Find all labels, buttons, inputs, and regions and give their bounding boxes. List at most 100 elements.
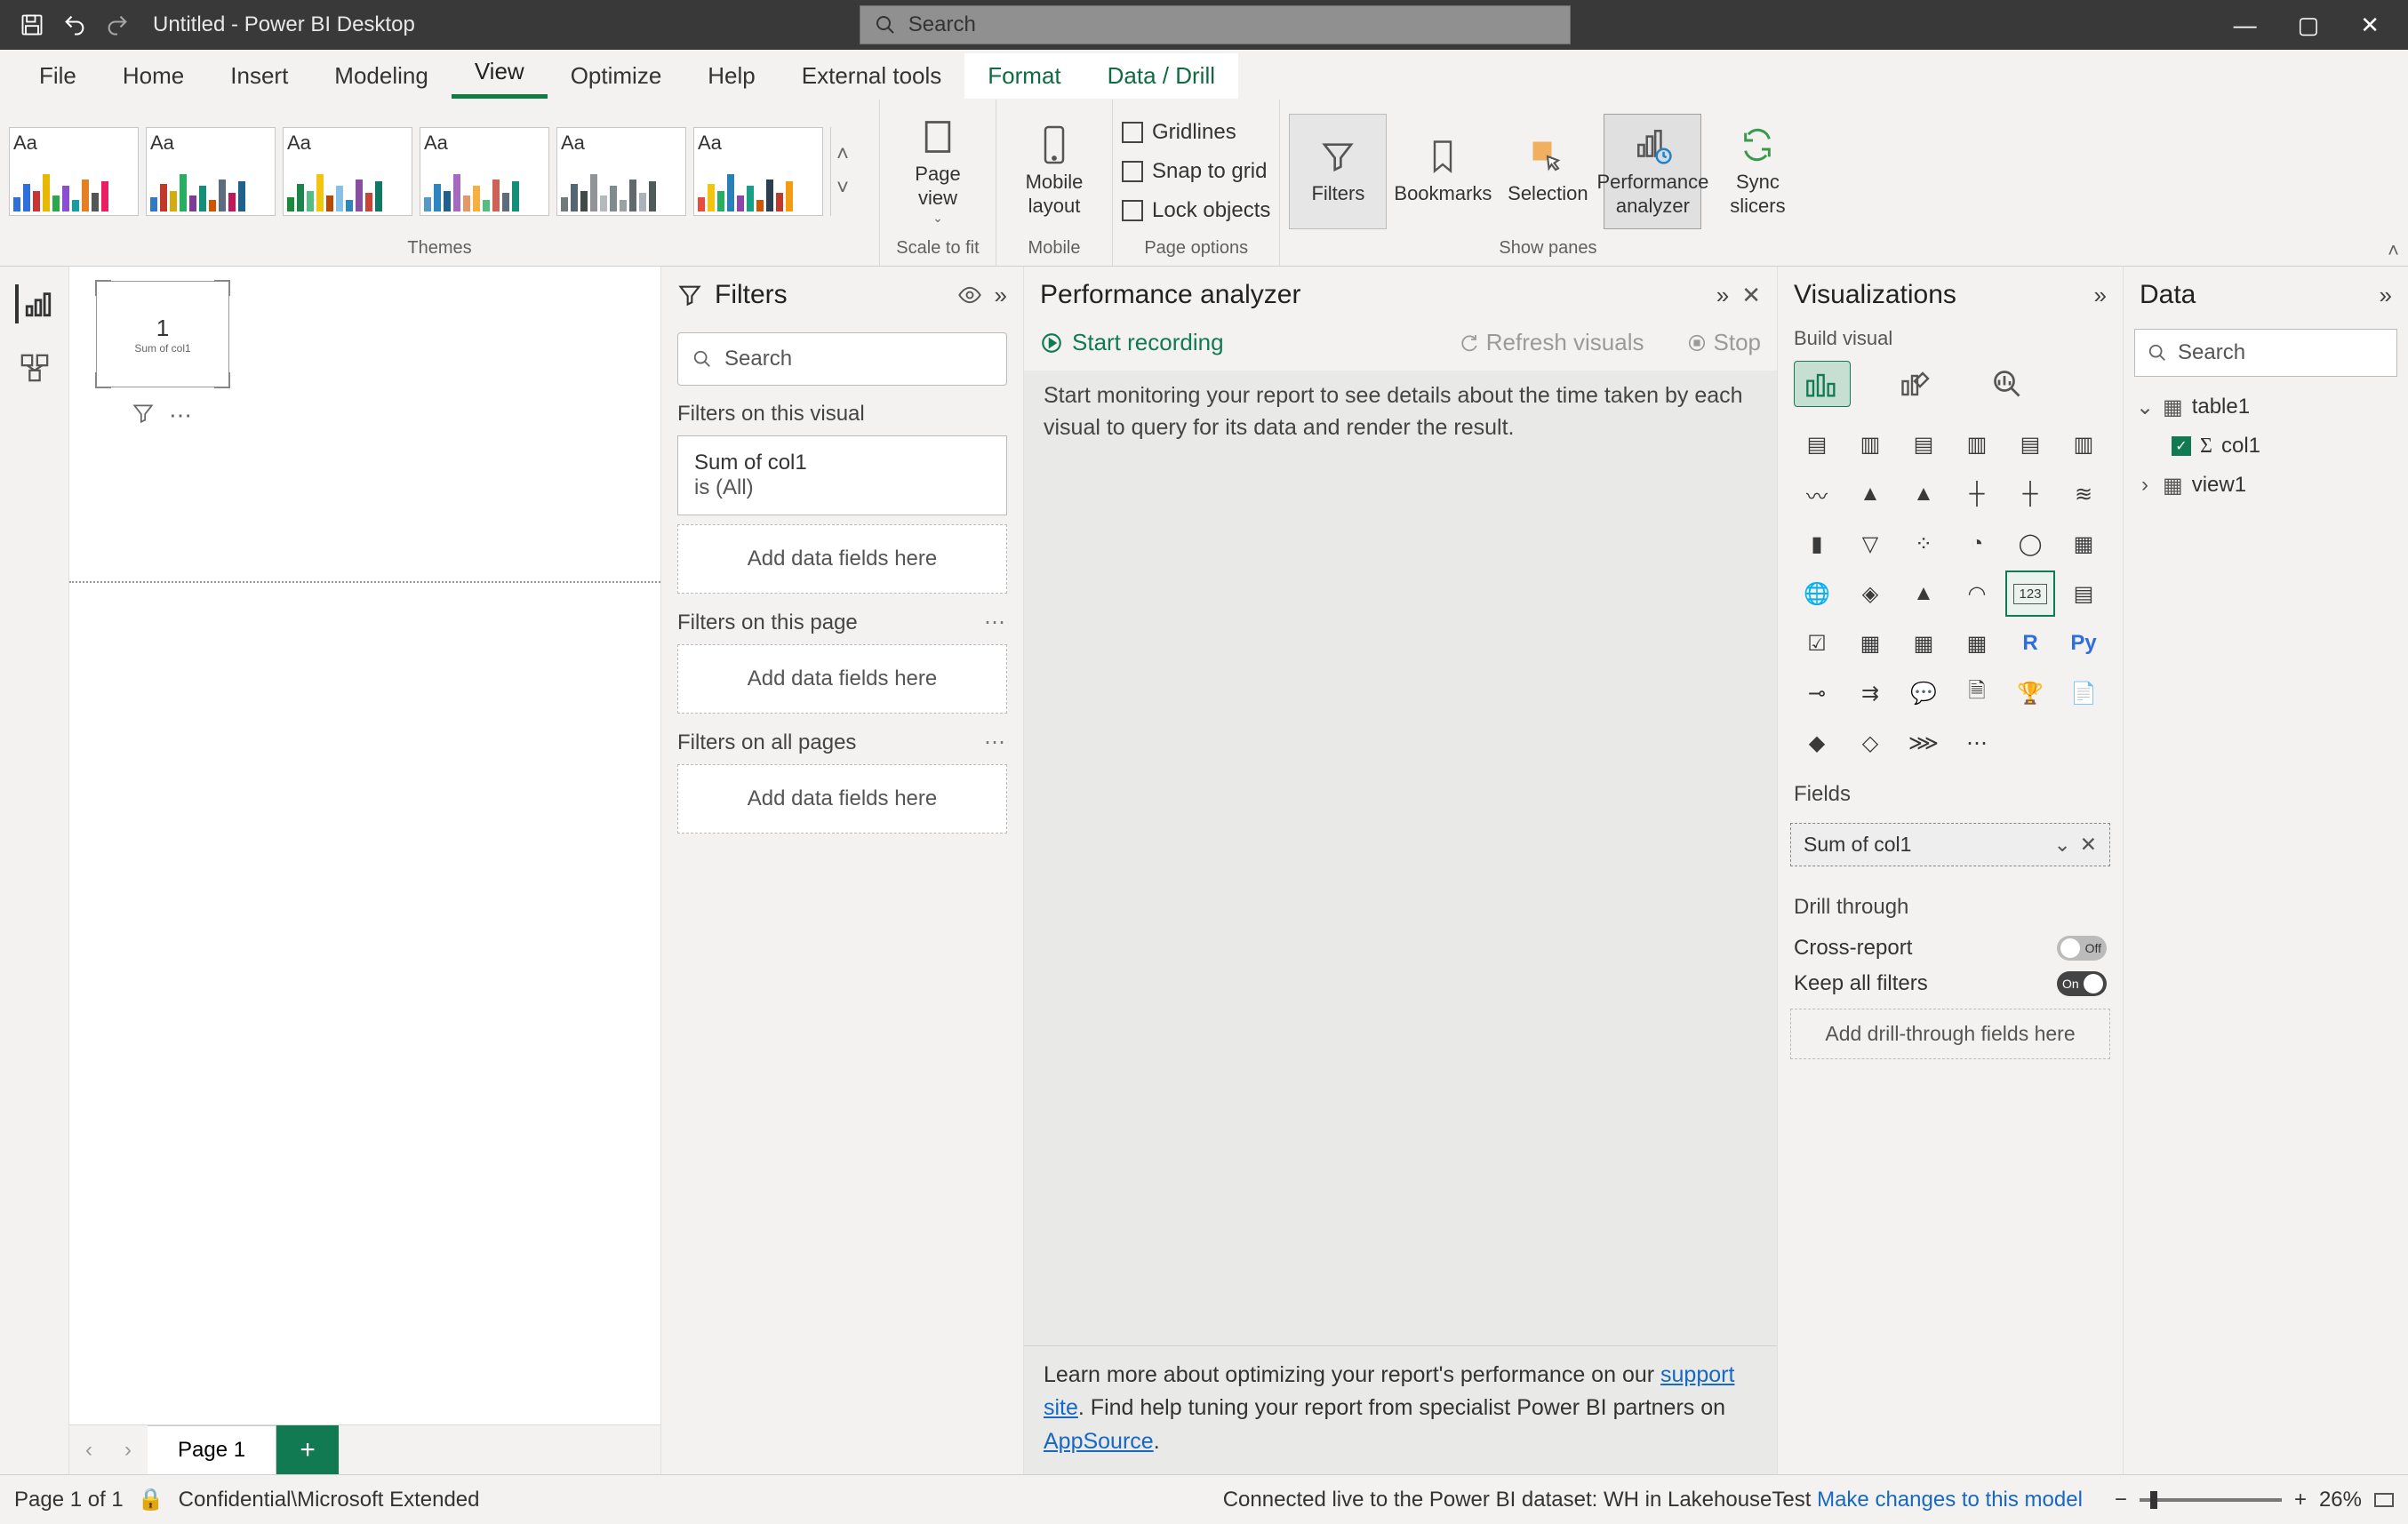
- undo-icon[interactable]: [53, 7, 96, 43]
- viz-narrative-icon[interactable]: 🗎: [1954, 672, 2000, 714]
- redo-icon[interactable]: [96, 7, 139, 43]
- more-icon[interactable]: ⋯: [984, 610, 1007, 635]
- viz-map-icon[interactable]: 🌐: [1794, 572, 1840, 615]
- theme-swatch-5[interactable]: Aa: [556, 127, 686, 216]
- viz-ribbon-icon[interactable]: ≋: [2060, 473, 2107, 515]
- viz-scatter-icon[interactable]: ⁘: [1900, 523, 1947, 565]
- theme-swatch-1[interactable]: Aa: [9, 127, 139, 216]
- minimize-icon[interactable]: —: [2234, 12, 2257, 39]
- data-search[interactable]: Search: [2134, 329, 2397, 377]
- visual-more-icon[interactable]: ⋯: [169, 402, 192, 429]
- page-next-icon[interactable]: ›: [108, 1438, 148, 1463]
- remove-field-icon[interactable]: ✕: [2080, 833, 2097, 857]
- report-canvas[interactable]: 1 Sum of col1 ⋯ ‹ › Page 1 +: [69, 267, 661, 1474]
- menu-external-tools[interactable]: External tools: [779, 53, 965, 99]
- card-visual[interactable]: 1 Sum of col1: [96, 281, 229, 387]
- menu-insert[interactable]: Insert: [207, 53, 311, 99]
- viz-get-more-icon[interactable]: ⋯: [1954, 722, 2000, 764]
- viz-table-icon[interactable]: ▦: [1900, 622, 1947, 665]
- analytics-tab[interactable]: [1979, 361, 2036, 407]
- viz-line-clustered-icon[interactable]: ┼: [2007, 473, 2053, 515]
- page-view-button[interactable]: Page view ⌄: [889, 114, 987, 229]
- theme-swatch-4[interactable]: Aa: [420, 127, 549, 216]
- viz-powerautomate-icon[interactable]: ◇: [1847, 722, 1893, 764]
- viz-gauge-icon[interactable]: ◠: [1954, 572, 2000, 615]
- menu-view[interactable]: View: [452, 49, 548, 99]
- viz-card-icon[interactable]: 123: [2007, 572, 2053, 615]
- viz-area-icon[interactable]: ▲: [1847, 473, 1893, 515]
- appsource-link[interactable]: AppSource: [1044, 1429, 1154, 1454]
- filter-drop-page[interactable]: Add data fields here: [677, 644, 1007, 714]
- bookmarks-button[interactable]: Bookmarks: [1394, 114, 1492, 229]
- viz-decomposition-icon[interactable]: ⇉: [1847, 672, 1893, 714]
- viz-funnel-icon[interactable]: ▽: [1847, 523, 1893, 565]
- view-node[interactable]: › ▦ view1: [2136, 466, 2396, 505]
- themes-more-icon[interactable]: ˄˅: [830, 127, 854, 216]
- theme-swatch-6[interactable]: Aa: [693, 127, 823, 216]
- viz-waterfall-icon[interactable]: ▮: [1794, 523, 1840, 565]
- filters-search[interactable]: Search: [677, 332, 1007, 386]
- collapse-icon[interactable]: »: [1716, 282, 1729, 309]
- filter-drop-visual[interactable]: Add data fields here: [677, 524, 1007, 594]
- maximize-icon[interactable]: ▢: [2298, 12, 2320, 39]
- filter-drop-all[interactable]: Add data fields here: [677, 764, 1007, 834]
- field-checkbox[interactable]: ✓: [2172, 436, 2191, 456]
- menu-format[interactable]: Format: [964, 53, 1084, 99]
- menu-home[interactable]: Home: [100, 53, 207, 99]
- menu-file[interactable]: File: [16, 53, 100, 99]
- viz-python-icon[interactable]: Py: [2060, 622, 2107, 665]
- performance-analyzer-button[interactable]: Performance analyzer: [1604, 114, 1701, 229]
- viz-more-icon[interactable]: ⋙: [1900, 722, 1947, 764]
- collapse-icon[interactable]: »: [995, 282, 1007, 309]
- keep-filters-toggle[interactable]: On: [2057, 971, 2107, 996]
- cross-report-toggle[interactable]: Off: [2057, 936, 2107, 961]
- chevron-right-icon[interactable]: ›: [2136, 473, 2154, 498]
- viz-multi-row-card-icon[interactable]: ▤: [2060, 572, 2107, 615]
- viz-pie-icon[interactable]: ◔: [1954, 523, 2000, 565]
- filter-card[interactable]: Sum of col1 is (All): [677, 435, 1007, 515]
- make-changes-link[interactable]: Make changes to this model: [1817, 1488, 2083, 1512]
- viz-powerapps-icon[interactable]: ◆: [1794, 722, 1840, 764]
- zoom-out-icon[interactable]: −: [2115, 1488, 2127, 1512]
- menu-modeling[interactable]: Modeling: [311, 53, 452, 99]
- chevron-down-icon[interactable]: ⌄: [2136, 395, 2154, 420]
- global-search[interactable]: Search: [860, 5, 1571, 44]
- page-tab-1[interactable]: Page 1: [148, 1425, 276, 1474]
- viz-line-icon[interactable]: 〰: [1794, 473, 1840, 515]
- fit-to-page-icon[interactable]: [2374, 1493, 2394, 1507]
- save-icon[interactable]: [11, 7, 53, 43]
- viz-kpi-icon[interactable]: ☑: [1794, 622, 1840, 665]
- viz-slicer-icon[interactable]: ▦: [1847, 622, 1893, 665]
- lock-objects-checkbox[interactable]: Lock objects: [1122, 195, 1270, 227]
- viz-matrix-icon[interactable]: ▦: [1954, 622, 2000, 665]
- menu-help[interactable]: Help: [684, 53, 778, 99]
- add-page-button[interactable]: +: [276, 1425, 339, 1474]
- viz-key-influencers-icon[interactable]: ⊸: [1794, 672, 1840, 714]
- table-node[interactable]: ⌄ ▦ table1: [2136, 387, 2396, 427]
- selection-button[interactable]: Selection: [1499, 114, 1596, 229]
- chevron-down-icon[interactable]: ⌄: [2053, 833, 2070, 857]
- gridlines-checkbox[interactable]: Gridlines: [1122, 116, 1236, 148]
- eye-icon[interactable]: [957, 283, 982, 307]
- viz-clustered-column-icon[interactable]: ▥: [1954, 423, 2000, 466]
- menu-data-drill[interactable]: Data / Drill: [1084, 53, 1238, 99]
- viz-r-icon[interactable]: R: [2007, 622, 2053, 665]
- collapse-icon[interactable]: »: [2094, 282, 2107, 309]
- viz-azure-map-icon[interactable]: ▲: [1900, 572, 1947, 615]
- theme-swatch-3[interactable]: Aa: [283, 127, 412, 216]
- viz-stacked-area-icon[interactable]: ▲: [1900, 473, 1947, 515]
- close-icon[interactable]: ✕: [1741, 282, 1761, 309]
- report-view-icon[interactable]: [15, 284, 54, 323]
- viz-clustered-bar-icon[interactable]: ▤: [1900, 423, 1947, 466]
- start-recording-button[interactable]: Start recording: [1040, 329, 1224, 356]
- more-icon[interactable]: ⋯: [984, 730, 1007, 755]
- menu-optimize[interactable]: Optimize: [548, 53, 685, 99]
- visual-filter-icon[interactable]: [132, 402, 155, 429]
- ribbon-collapse-icon[interactable]: ˄: [2388, 239, 2399, 262]
- viz-stacked-column-icon[interactable]: ▥: [1847, 423, 1893, 466]
- format-visual-tab[interactable]: [1886, 361, 1943, 407]
- model-view-icon[interactable]: [15, 348, 54, 387]
- viz-line-column-icon[interactable]: ┼: [1954, 473, 2000, 515]
- filters-pane-button[interactable]: Filters: [1289, 114, 1387, 229]
- sync-slicers-button[interactable]: Sync slicers: [1708, 114, 1806, 229]
